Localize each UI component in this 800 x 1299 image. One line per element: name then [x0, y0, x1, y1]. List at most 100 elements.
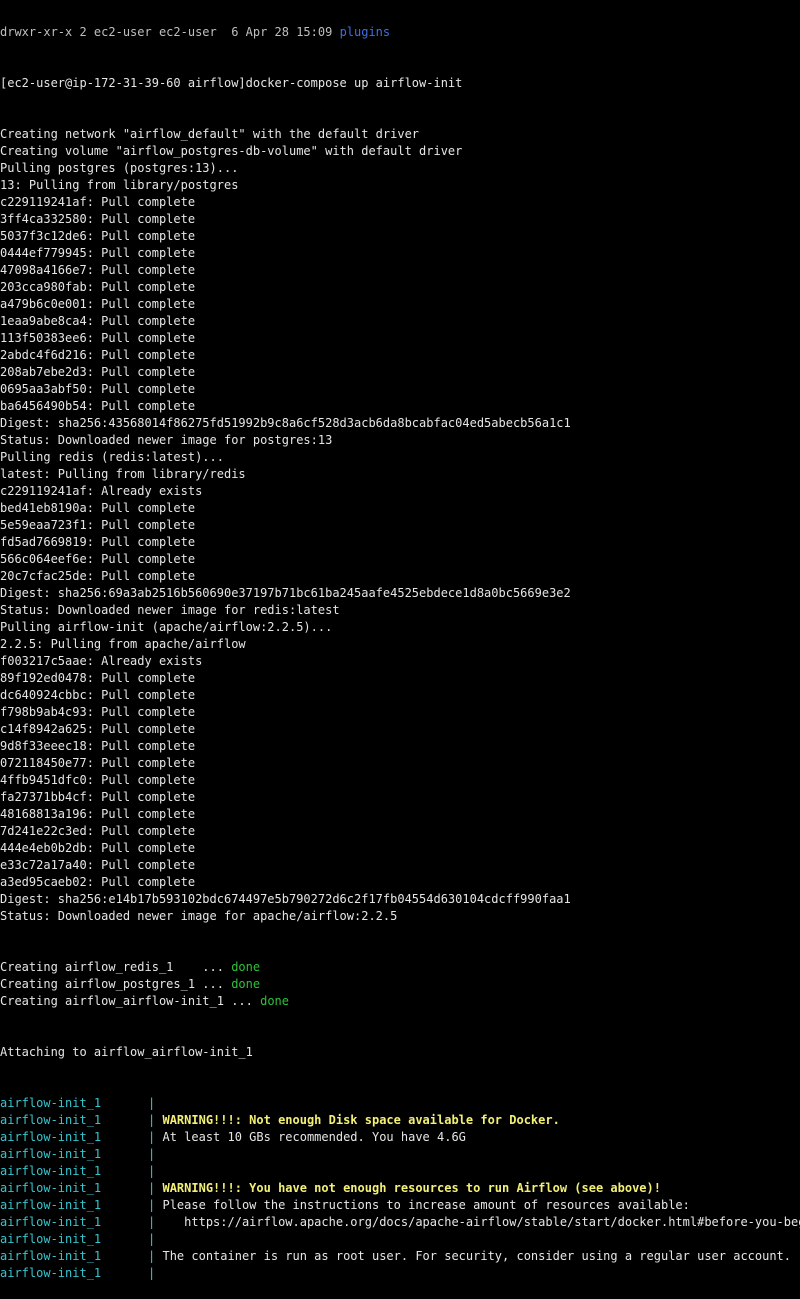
terminal-line: f003217c5aae: Already exists — [0, 654, 203, 668]
log-line: airflow-init_1 | The container is run as … — [0, 1248, 800, 1265]
log-message: At least 10 GBs recommended. You have 4.… — [162, 1130, 466, 1144]
log-line: airflow-init_1 | — [0, 1095, 800, 1112]
terminal-line-cut: drwxr-xr-x 2 ec2-user ec2-user 6 Apr 28 … — [0, 24, 800, 41]
service-name-label: airflow-init_1 — [0, 1266, 102, 1280]
create-container-line: Creating airflow_redis_1 ... done — [0, 959, 800, 976]
terminal-line: Pulling postgres (postgres:13)... — [0, 161, 239, 175]
create-container-text: Creating airflow_redis_1 ... — [0, 960, 232, 974]
command-prompt-line: [ec2-user@ip-172-31-39-60 airflow]docker… — [0, 76, 463, 90]
terminal-line: 13: Pulling from library/postgres — [0, 178, 239, 192]
log-line: airflow-init_1 | Please follow the instru… — [0, 1197, 800, 1214]
create-container-line: Creating airflow_postgres_1 ... done — [0, 976, 800, 993]
terminal-line: 2abdc4f6d216: Pull complete — [0, 348, 196, 362]
terminal-line: bed41eb8190a: Pull complete — [0, 501, 196, 515]
terminal-line: Pulling airflow-init (apache/airflow:2.2… — [0, 620, 333, 634]
terminal-line: 5037f3c12de6: Pull complete — [0, 229, 196, 243]
log-separator: | — [148, 1181, 156, 1195]
terminal-line: a479b6c0e001: Pull complete — [0, 297, 196, 311]
directory-link[interactable]: plugins — [340, 25, 391, 39]
airflow-init-log: airflow-init_1 | airflow-init_1 | WARNING!… — [0, 1095, 800, 1282]
service-name-label: airflow-init_1 — [0, 1147, 102, 1161]
log-line: airflow-init_1 | https://airflow.apache.o… — [0, 1214, 800, 1231]
log-separator: | — [148, 1232, 156, 1246]
terminal-line: 0444ef779945: Pull complete — [0, 246, 196, 260]
done-status: done — [260, 994, 289, 1008]
terminal-line-text: drwxr-xr-x 2 ec2-user ec2-user 6 Apr 28 … — [0, 25, 340, 39]
terminal-line: 89f192ed0478: Pull complete — [0, 671, 196, 685]
container-create-output: Creating airflow_redis_1 ... done Creatin… — [0, 959, 800, 1010]
log-separator: | — [148, 1147, 156, 1161]
log-line: airflow-init_1 | — [0, 1265, 800, 1282]
service-name-label: airflow-init_1 — [0, 1164, 102, 1178]
log-separator: | — [148, 1096, 156, 1110]
terminal-line: f798b9ab4c93: Pull complete — [0, 705, 196, 719]
log-separator: | — [148, 1249, 156, 1263]
terminal-line: 0695aa3abf50: Pull complete — [0, 382, 196, 396]
terminal-line: e33c72a17a40: Pull complete — [0, 858, 196, 872]
service-name-label: airflow-init_1 — [0, 1130, 102, 1144]
terminal-line: c229119241af: Already exists — [0, 484, 203, 498]
terminal-line: 444e4eb0b2db: Pull complete — [0, 841, 196, 855]
attaching-line: Attaching to airflow_airflow-init_1 — [0, 1045, 253, 1059]
terminal-line: Status: Downloaded newer image for postg… — [0, 433, 333, 447]
terminal-line: Creating volume "airflow_postgres-db-vol… — [0, 144, 463, 158]
terminal-line: 48168813a196: Pull complete — [0, 807, 196, 821]
terminal-line: Digest: sha256:43568014f86275fd51992b9c8… — [0, 416, 571, 430]
log-separator: | — [148, 1198, 156, 1212]
terminal-line: Pulling redis (redis:latest)... — [0, 450, 224, 464]
terminal-line: Digest: sha256:e14b17b593102bdc674497e5b… — [0, 892, 571, 906]
terminal-line: c14f8942a625: Pull complete — [0, 722, 196, 736]
log-line: airflow-init_1 | — [0, 1163, 800, 1180]
service-name-label: airflow-init_1 — [0, 1249, 102, 1263]
service-name-label: airflow-init_1 — [0, 1096, 102, 1110]
terminal-line: 203cca980fab: Pull complete — [0, 280, 196, 294]
create-container-line: Creating airflow_airflow-init_1 ... done — [0, 993, 800, 1010]
log-separator: | — [148, 1113, 156, 1127]
done-status: done — [231, 960, 261, 974]
terminal-line: Status: Downloaded newer image for redis… — [0, 603, 340, 617]
terminal-line: 5e59eaa723f1: Pull complete — [0, 518, 196, 532]
terminal-line: 1eaa9abe8ca4: Pull complete — [0, 314, 196, 328]
terminal-line: 113f50383ee6: Pull complete — [0, 331, 196, 345]
terminal-line: 4ffb9451dfc0: Pull complete — [0, 773, 196, 787]
log-message: Please follow the instructions to increa… — [162, 1198, 690, 1212]
service-name-label: airflow-init_1 — [0, 1198, 102, 1212]
create-container-text: Creating airflow_postgres_1 ... — [0, 977, 232, 991]
log-separator: | — [148, 1266, 156, 1280]
service-name-label: airflow-init_1 — [0, 1215, 102, 1229]
terminal-line: Digest: sha256:69a3ab2516b560690e37197b7… — [0, 586, 571, 600]
service-name-label: airflow-init_1 — [0, 1113, 102, 1127]
terminal-line: a3ed95caeb02: Pull complete — [0, 875, 196, 889]
service-name-label: airflow-init_1 — [0, 1181, 102, 1195]
terminal-output: drwxr-xr-x 2 ec2-user ec2-user 6 Apr 28 … — [0, 0, 800, 1299]
log-line: airflow-init_1 | WARNING!!!: You have not… — [0, 1180, 800, 1197]
terminal-line: dc640924cbbc: Pull complete — [0, 688, 196, 702]
terminal-line: 3ff4ca332580: Pull complete — [0, 212, 196, 226]
log-separator: | — [148, 1164, 156, 1178]
log-line: airflow-init_1 | — [0, 1231, 800, 1248]
log-message: https://airflow.apache.org/docs/apache-a… — [162, 1215, 800, 1229]
terminal-line: 20c7cfac25de: Pull complete — [0, 569, 196, 583]
log-line: airflow-init_1 | — [0, 1146, 800, 1163]
log-separator: | — [148, 1130, 156, 1144]
log-message: The container is run as root user. For s… — [162, 1249, 792, 1263]
warning-message: WARNING!!!: You have not enough resource… — [162, 1181, 661, 1195]
terminal-line: ba6456490b54: Pull complete — [0, 399, 196, 413]
log-line: airflow-init_1 | WARNING!!!: Not enough D… — [0, 1112, 800, 1129]
terminal-line: latest: Pulling from library/redis — [0, 467, 246, 481]
terminal-line: 566c064eef6e: Pull complete — [0, 552, 196, 566]
pull-output: Creating network "airflow_default" with … — [0, 126, 800, 925]
terminal-line: 208ab7ebe2d3: Pull complete — [0, 365, 196, 379]
terminal-line: 7d241e22c3ed: Pull complete — [0, 824, 196, 838]
terminal-line: fa27371bb4cf: Pull complete — [0, 790, 196, 804]
terminal-line: 47098a4166e7: Pull complete — [0, 263, 196, 277]
warning-message: WARNING!!!: Not enough Disk space availa… — [162, 1113, 560, 1127]
terminal-line: 072118450e77: Pull complete — [0, 756, 196, 770]
terminal-line: 2.2.5: Pulling from apache/airflow — [0, 637, 246, 651]
terminal-line: fd5ad7669819: Pull complete — [0, 535, 196, 549]
terminal-line: 9d8f33eeec18: Pull complete — [0, 739, 196, 753]
create-container-text: Creating airflow_airflow-init_1 ... — [0, 994, 261, 1008]
terminal-line: Status: Downloaded newer image for apach… — [0, 909, 398, 923]
terminal-line: c229119241af: Pull complete — [0, 195, 196, 209]
done-status: done — [231, 977, 261, 991]
